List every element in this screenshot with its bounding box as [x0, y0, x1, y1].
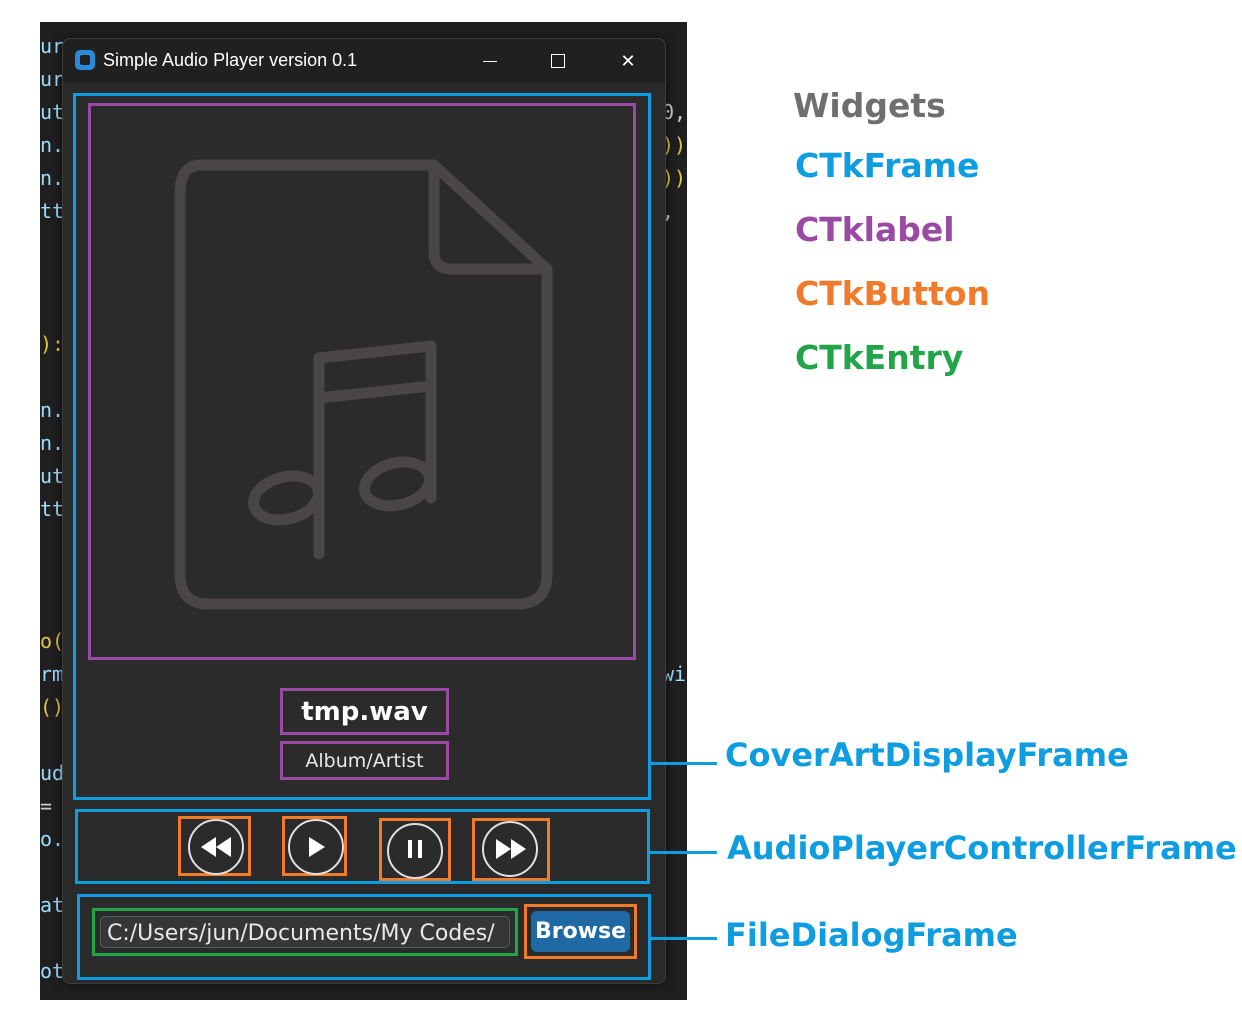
play-button[interactable] [282, 816, 347, 876]
code-fragment: n. [40, 166, 65, 190]
code-fragment: ud [40, 761, 65, 785]
code-fragment: tt [40, 199, 65, 223]
pause-button[interactable] [379, 818, 451, 881]
app-icon [75, 50, 95, 70]
legend-item-ctklabel: CTklabel [795, 210, 955, 249]
music-file-icon [174, 159, 553, 610]
code-fragment: ut [40, 100, 65, 124]
rewind-button[interactable] [178, 816, 251, 876]
play-icon [309, 837, 325, 857]
legend-item-ctkframe: CTkFrame [795, 146, 980, 185]
code-fragment: ot [40, 959, 65, 983]
legend-heading: Widgets [793, 86, 946, 125]
minimize-icon [483, 60, 497, 62]
title-bar[interactable]: Simple Audio Player version 0.1 ✕ [63, 39, 665, 83]
audio-player-controller-frame [75, 809, 650, 884]
file-path-input[interactable]: C:/Users/jun/Documents/My Codes/ [100, 916, 510, 948]
code-fragment: at [40, 893, 65, 917]
code-fragment: n. [40, 133, 65, 157]
file-path-value: C:/Users/jun/Documents/My Codes/ [107, 921, 495, 946]
legend-item-ctkbutton: CTkButton [795, 274, 991, 313]
browse-button[interactable]: Browse [524, 904, 637, 959]
code-fragment: = [40, 794, 53, 818]
code-fragment: tt [40, 497, 65, 521]
maximize-button[interactable] [535, 45, 581, 77]
maximize-icon [551, 54, 565, 68]
legend-item-ctkentry: CTkEntry [795, 338, 964, 377]
code-fragment: n. [40, 398, 65, 422]
code-fragment: () [40, 695, 65, 719]
callout-audio-player-controller-frame: AudioPlayerControllerFrame [727, 829, 1237, 867]
code-fragment: ut [40, 464, 65, 488]
code-fragment: ur [40, 34, 65, 58]
code-fragment: ): [40, 332, 65, 356]
minimize-button[interactable] [467, 45, 513, 77]
callout-line-file-dialog [651, 937, 717, 940]
rewind-icon [201, 837, 231, 857]
close-button[interactable]: ✕ [605, 45, 651, 77]
code-fragment: o. [40, 827, 65, 851]
callout-line-controller [650, 851, 717, 854]
browse-button-label: Browse [531, 911, 630, 952]
pause-icon [408, 840, 422, 858]
fast-forward-icon [496, 839, 526, 859]
callout-file-dialog-frame: FileDialogFrame [725, 916, 1018, 954]
window-title: Simple Audio Player version 0.1 [103, 50, 358, 70]
code-fragment: n. [40, 431, 65, 455]
close-icon: ✕ [620, 50, 636, 72]
file-path-entry[interactable]: C:/Users/jun/Documents/My Codes/ [92, 908, 518, 956]
callout-line-cover [651, 762, 717, 765]
code-fragment: rm [40, 662, 65, 686]
fast-forward-button[interactable] [472, 818, 550, 881]
code-fragment: o( [40, 629, 65, 653]
song-title-label: tmp.wav [280, 688, 449, 735]
album-artist-label: Album/Artist [280, 741, 449, 780]
cover-art-label [88, 103, 636, 660]
callout-cover-art-display-frame: CoverArtDisplayFrame [725, 736, 1129, 774]
code-fragment: ur [40, 67, 65, 91]
